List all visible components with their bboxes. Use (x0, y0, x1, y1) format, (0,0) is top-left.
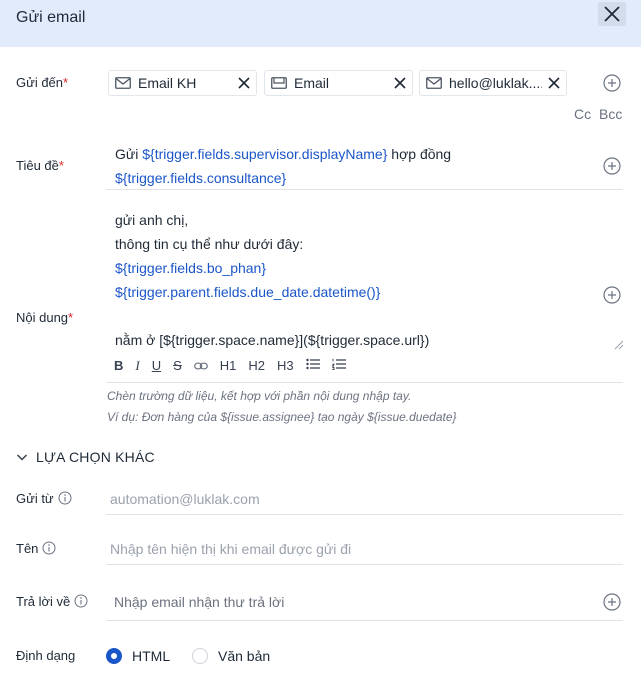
radio-unselected-icon (192, 648, 208, 664)
hint-example: Ví dụ: Đơn hàng của ${issue.assignee} tạ… (107, 410, 457, 424)
display-name-input[interactable]: Nhập tên hiện thị khi email được gửi đi (110, 541, 351, 557)
inbox-icon (271, 76, 287, 90)
body-underline (106, 382, 623, 383)
info-icon (42, 541, 56, 555)
reply-to-underline (106, 620, 623, 621)
recipient-chip[interactable]: Email (264, 70, 413, 96)
numbered-list-button[interactable] (331, 357, 346, 375)
reply-to-label: Trả lời về (16, 594, 88, 610)
resize-handle-icon[interactable] (614, 340, 624, 350)
body-label: Nội dung* (16, 310, 74, 325)
bullet-list-button[interactable] (305, 357, 320, 375)
add-recipient-icon[interactable] (603, 74, 621, 92)
format-label: Định dạng (16, 648, 76, 663)
format-text-radio[interactable]: Văn bản (192, 648, 270, 664)
envelope-icon (115, 76, 131, 90)
chevron-down-icon (16, 451, 28, 463)
close-icon (604, 6, 620, 22)
name-label: Tên (16, 541, 56, 557)
body-line: thông tin cụ thể như dưới đây: (115, 236, 304, 252)
strikethrough-button[interactable]: S (173, 357, 182, 375)
bullet-list-icon (305, 358, 320, 370)
more-options-toggle[interactable]: LỰA CHỌN KHÁC (16, 449, 155, 465)
insert-field-icon[interactable] (603, 157, 621, 175)
bcc-link[interactable]: Bcc (599, 106, 622, 122)
add-reply-to-icon[interactable] (603, 593, 621, 611)
from-underline (106, 514, 623, 515)
from-label: Gửi từ (16, 491, 72, 507)
radio-label: HTML (132, 648, 171, 664)
subject-text: hợp đồng (387, 146, 452, 162)
heading3-button[interactable]: H3 (277, 357, 294, 375)
radio-label: Văn bản (218, 648, 271, 664)
section-title: LỰA CHỌN KHÁC (36, 449, 155, 465)
italic-button[interactable]: I (135, 357, 139, 375)
recipient-chip[interactable]: hello@luklak.... (419, 70, 567, 96)
body-variable: ${trigger.fields.bo_phan} (115, 260, 267, 276)
link-icon (193, 362, 208, 370)
body-editor[interactable]: gửi anh chị, thông tin cụ thể như dưới đ… (115, 208, 595, 352)
info-icon (74, 594, 88, 608)
remove-chip-icon[interactable] (394, 77, 406, 89)
format-toolbar: B I U S H1 H2 H3 (114, 357, 358, 375)
close-button[interactable] (598, 2, 626, 26)
info-icon (58, 491, 72, 505)
cc-link[interactable]: Cc (574, 106, 591, 122)
chip-label: Email (294, 75, 330, 91)
numbered-list-icon (331, 358, 346, 370)
subject-label: Tiêu đề* (16, 158, 64, 173)
subject-underline (106, 189, 623, 190)
subject-input[interactable]: Gửi ${trigger.fields.supervisor.displayN… (115, 142, 595, 190)
remove-chip-icon[interactable] (238, 77, 250, 89)
body-variable: ${trigger.parent.fields.due_date.datetim… (115, 284, 381, 300)
remove-chip-icon[interactable] (548, 77, 560, 89)
dialog-header: Gửi email (0, 0, 641, 47)
from-input[interactable]: automation@luklak.com (110, 491, 260, 507)
heading2-button[interactable]: H2 (248, 357, 265, 375)
to-label: Gửi đến* (16, 75, 69, 90)
subject-text: Gửi (115, 146, 143, 162)
dialog-title: Gửi email (16, 9, 86, 26)
heading1-button[interactable]: H1 (220, 357, 237, 375)
name-underline (106, 564, 623, 565)
reply-to-input[interactable]: Nhập email nhận thư trả lời (114, 594, 284, 610)
chip-label: Email KH (138, 75, 197, 91)
subject-variable: ${trigger.fields.consultance} (115, 170, 287, 186)
hint-text: Chèn trường dữ liệu, kết hợp với phần nộ… (107, 389, 412, 403)
envelope-icon (426, 76, 442, 90)
link-button[interactable] (193, 357, 208, 375)
underline-button[interactable]: U (152, 357, 161, 375)
recipient-chip[interactable]: Email KH (108, 70, 257, 96)
body-line: nằm ở [${trigger.space.name}](${trigger.… (115, 332, 430, 348)
bold-button[interactable]: B (114, 357, 123, 375)
subject-variable: ${trigger.fields.supervisor.displayName} (142, 146, 388, 162)
chip-label: hello@luklak.... (449, 75, 542, 91)
radio-selected-icon (106, 648, 122, 664)
format-html-radio[interactable]: HTML (106, 648, 170, 664)
insert-field-icon[interactable] (603, 286, 621, 304)
body-line: gửi anh chị, (115, 212, 189, 228)
